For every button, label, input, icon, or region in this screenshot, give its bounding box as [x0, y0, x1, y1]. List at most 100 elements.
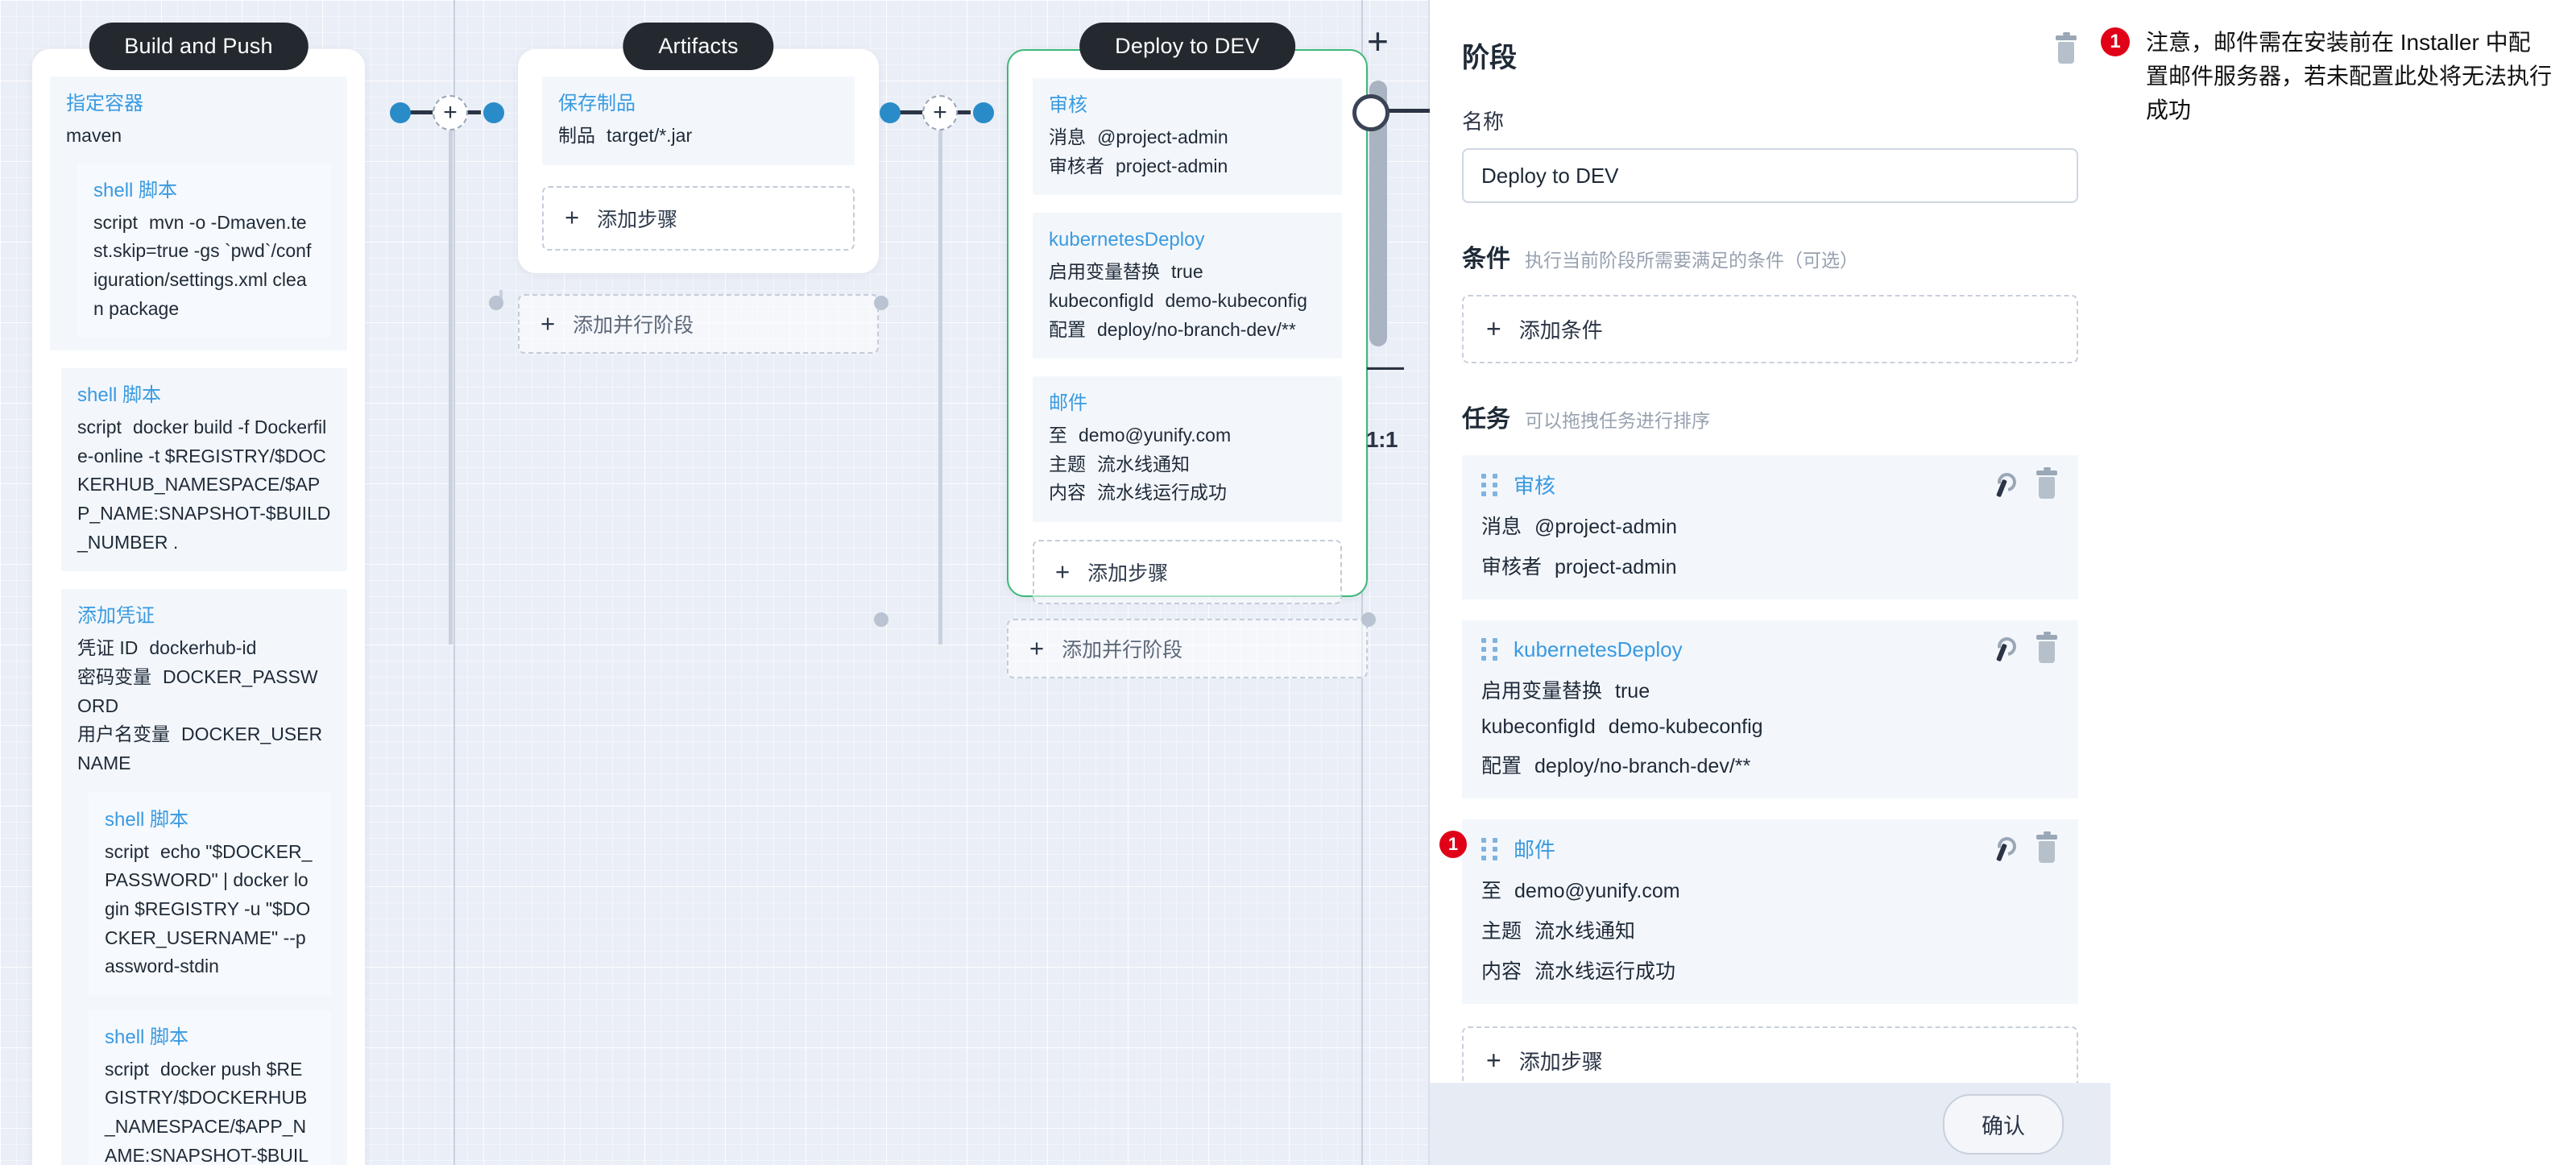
stage-detail-panel: 阶段 名称 条件 执行当前阶段所需要满足的条件（可选） + 添加条件 任务 可以… — [1430, 0, 2110, 1165]
panel-footer: 确认 — [1430, 1083, 2110, 1165]
plus-icon: + — [565, 203, 580, 232]
task-row-key: 消息 — [1481, 516, 1522, 538]
trash-body — [2039, 840, 2055, 863]
step-block[interactable]: 审核 消息 @project-admin 审核者 project-admin — [1033, 78, 1342, 196]
step-block-nested[interactable]: shell 脚本 script echo "$DOCKER_PASSWORD" |… — [89, 792, 331, 996]
add-stage-button[interactable]: + — [1367, 23, 1389, 60]
plus-icon: + — [1367, 20, 1389, 62]
connector-dot-in-3[interactable] — [973, 102, 994, 123]
task-row: 至 demo@yunify.com — [1481, 875, 2059, 904]
plus-icon: + — [1486, 313, 1501, 343]
stage-card-artifacts[interactable]: 保存制品 制品 target/*.jar + 添加步骤 — [518, 49, 879, 273]
stage-name-input[interactable] — [1462, 148, 2078, 203]
step-row-key: 密码变量 — [77, 666, 151, 688]
annotation-badge: 1 — [2101, 27, 2130, 56]
step-row: 审核者 project-admin — [1049, 152, 1326, 181]
drag-handle-icon[interactable] — [1481, 473, 1497, 496]
task-name: 审核 — [1514, 474, 1556, 498]
wrench-icon[interactable] — [1990, 637, 2012, 661]
trash-icon[interactable] — [2035, 466, 2059, 500]
trash-icon[interactable] — [2035, 831, 2059, 864]
step-row: 主题 流水线通知 — [1049, 450, 1326, 479]
step-row: script docker push $REGISTRY/$DOCKERHUB_N… — [105, 1055, 315, 1165]
step-row-key: 用户名变量 — [77, 723, 170, 745]
step-title: shell 脚本 — [105, 1026, 189, 1048]
connector-line-right — [1387, 109, 1430, 113]
task-row-value: demo-kubeconfig — [1608, 715, 1763, 738]
step-row-value: dockerhub-id — [149, 637, 257, 659]
step-row: 制品 target/*.jar — [558, 122, 839, 151]
step-row: script docker build -f Dockerfile-online … — [77, 413, 331, 557]
task-row-value: @project-admin — [1534, 516, 1677, 538]
step-row-key: 至 — [1049, 425, 1067, 446]
add-parallel-stage-button-deploy[interactable]: + 添加并行阶段 — [1007, 619, 1368, 678]
step-block[interactable]: 添加凭证 凭证 ID dockerhub-id 密码变量 DOCKER_PASSWO… — [61, 589, 347, 1165]
drag-handle-icon[interactable] — [1481, 638, 1497, 661]
task-card[interactable]: 审核 消息 @project-admin 审核者 project-admin — [1462, 455, 2078, 599]
trash-lid — [2056, 32, 2077, 40]
step-row-key: 启用变量替换 — [1049, 261, 1160, 283]
connector-dot-out-1[interactable] — [390, 102, 411, 123]
task-row-value: deploy/no-branch-dev/** — [1534, 755, 1751, 777]
trash-icon[interactable] — [2054, 32, 2078, 64]
step-block[interactable]: 邮件 至 demo@yunify.com 主题 流水线通知 内容 流水线运行成功 — [1033, 376, 1342, 523]
task-card[interactable]: 1 邮件 至 demo@yunify.com 主题 流水线通知 内容 流水线运行… — [1439, 819, 2078, 1004]
task-actions — [1990, 466, 2059, 500]
task-row: 启用变量替换 true — [1481, 675, 2059, 704]
zoom-out-button[interactable]: — — [1367, 346, 1404, 383]
plus-icon: + — [1055, 557, 1071, 586]
tasks-title: 任务 — [1462, 406, 1510, 433]
insert-stage-button-2[interactable]: + — [922, 95, 958, 131]
connector-dot-in-2[interactable] — [483, 102, 504, 123]
step-block[interactable]: shell 脚本 script docker build -f Dockerfil… — [61, 368, 347, 572]
task-row-value: 流水线通知 — [1534, 920, 1636, 943]
pipeline-canvas[interactable]: Build and Push 指定容器 maven shell 脚本 scrip… — [0, 0, 1430, 1165]
step-block-nested[interactable]: shell 脚本 script mvn -o -Dmaven.test.skip=… — [77, 163, 331, 338]
task-row-key: 审核者 — [1481, 556, 1543, 578]
trash-icon[interactable] — [2035, 632, 2059, 664]
task-header: 邮件 — [1481, 831, 2059, 864]
stage-title-deploy-to-dev: Deploy to DEV — [1079, 23, 1295, 70]
step-row-value: 流水线运行成功 — [1097, 482, 1227, 504]
stage-card-build-and-push[interactable]: 指定容器 maven shell 脚本 script mvn -o -Dmaven… — [32, 49, 365, 1165]
step-block-nested[interactable]: shell 脚本 script docker push $REGISTRY/$DO… — [89, 1010, 331, 1165]
step-row-key: 配置 — [1049, 318, 1086, 340]
task-row-value: 流水线运行成功 — [1534, 960, 1676, 983]
step-row: 用户名变量 DOCKER_USERNAME — [77, 720, 331, 777]
connector-vertical — [449, 129, 453, 645]
connector-dot-out-2[interactable] — [880, 102, 901, 123]
step-block[interactable]: 保存制品 制品 target/*.jar — [542, 77, 855, 165]
confirm-button[interactable]: 确认 — [1943, 1093, 2064, 1155]
annotation-badge: 1 — [1439, 831, 1467, 858]
add-step-button-artifacts[interactable]: + 添加步骤 — [542, 185, 855, 251]
plus-icon: + — [443, 99, 458, 126]
stage-card-deploy-to-dev[interactable]: 审核 消息 @project-admin 审核者 project-admin kub… — [1007, 49, 1368, 605]
annotation-callout: 1 注意，邮件需在安装前在 Installer 中配置邮件服务器，若未配置此处将… — [2101, 26, 2552, 127]
wrench-icon[interactable] — [1990, 837, 2012, 861]
task-actions — [1990, 632, 2059, 664]
add-step-button-deploy[interactable]: + 添加步骤 — [1033, 540, 1342, 605]
panel-header: 阶段 — [1462, 32, 2078, 75]
step-block[interactable]: 指定容器 maven shell 脚本 script mvn -o -Dmaven… — [50, 77, 347, 351]
step-row-value: 流水线通知 — [1097, 453, 1190, 475]
stage-output-node[interactable] — [1352, 94, 1389, 131]
trash-body — [2039, 641, 2055, 663]
task-row-key: 配置 — [1481, 755, 1522, 777]
add-parallel-stage-button-artifacts[interactable]: + 添加并行阶段 — [518, 294, 879, 354]
zoom-ratio-label[interactable]: 1:1 — [1366, 427, 1398, 453]
step-title: 邮件 — [1049, 392, 1087, 415]
step-block[interactable]: kubernetesDeploy 启用变量替换 true kubeconfigId… — [1033, 213, 1342, 359]
wrench-icon[interactable] — [1990, 473, 2012, 497]
task-card[interactable]: kubernetesDeploy 启用变量替换 true kubeconfigId… — [1462, 620, 2078, 798]
drag-handle-icon[interactable] — [1481, 837, 1497, 860]
task-name: 邮件 — [1514, 838, 1556, 862]
step-row-value: demo-kubeconfig — [1165, 289, 1307, 311]
add-condition-button[interactable]: + 添加条件 — [1462, 295, 2078, 363]
stage-title-build-and-push: Build and Push — [89, 23, 309, 70]
task-row: 主题 流水线通知 — [1481, 915, 2059, 944]
parallel-join-dot — [1361, 612, 1376, 627]
task-row: 审核者 project-admin — [1481, 551, 2059, 580]
step-row-key: script — [105, 840, 149, 862]
insert-stage-button-1[interactable]: + — [433, 95, 468, 131]
plus-icon: + — [540, 309, 556, 338]
